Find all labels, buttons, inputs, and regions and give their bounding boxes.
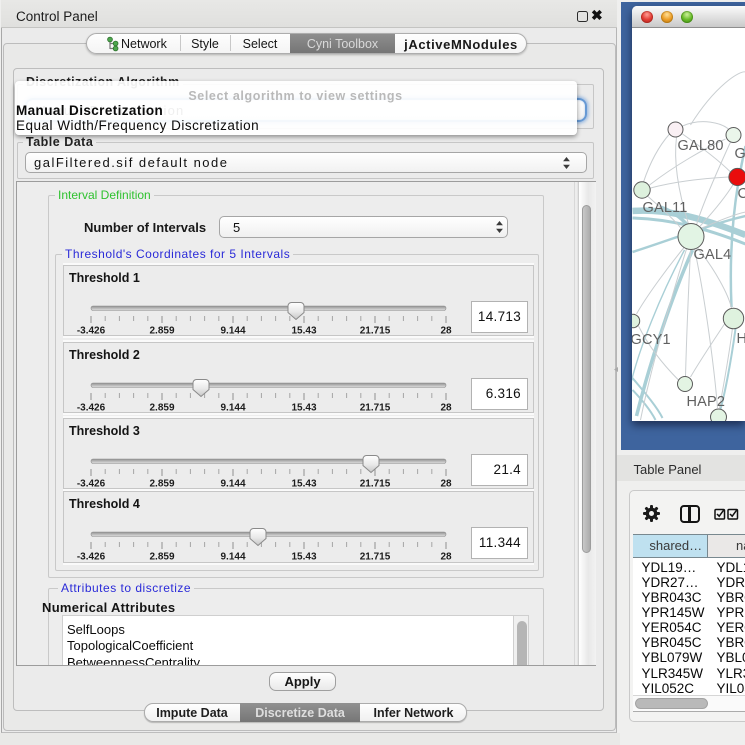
svg-text:9.144: 9.144 [220,552,245,563]
svg-text:28: 28 [440,403,452,413]
svg-text:HAP2: HAP2 [686,394,725,410]
svg-text:21.715: 21.715 [360,326,391,336]
svg-text:2.859: 2.859 [149,479,174,489]
svg-text:28: 28 [440,326,452,336]
svg-text:2.859: 2.859 [149,552,174,563]
svg-text:15.43: 15.43 [291,326,316,336]
svg-text:21.715: 21.715 [360,479,391,489]
svg-text:-3.426: -3.426 [77,326,106,336]
svg-text:GAL80: GAL80 [677,138,723,154]
svg-text:2.859: 2.859 [149,403,174,413]
svg-text:-3.426: -3.426 [77,552,106,563]
svg-text:9.144: 9.144 [220,479,245,489]
svg-text:GAL11: GAL11 [642,200,687,216]
svg-text:2.859: 2.859 [149,326,174,336]
svg-text:28: 28 [440,552,452,563]
svg-text:28: 28 [440,479,452,489]
svg-text:15.43: 15.43 [291,479,316,489]
svg-text:H: H [736,331,745,347]
svg-text:21.715: 21.715 [360,552,391,563]
svg-text:9.144: 9.144 [220,326,245,336]
svg-text:C: C [737,186,745,202]
svg-text:-3.426: -3.426 [77,403,106,413]
svg-text:GA: GA [734,146,745,162]
svg-text:GCY1: GCY1 [632,332,671,348]
svg-text:9.144: 9.144 [220,403,245,413]
svg-text:21.715: 21.715 [360,403,391,413]
svg-text:GAL4: GAL4 [693,247,731,263]
svg-text:15.43: 15.43 [291,403,316,413]
svg-text:15.43: 15.43 [291,552,316,563]
svg-text:-3.426: -3.426 [77,479,106,489]
